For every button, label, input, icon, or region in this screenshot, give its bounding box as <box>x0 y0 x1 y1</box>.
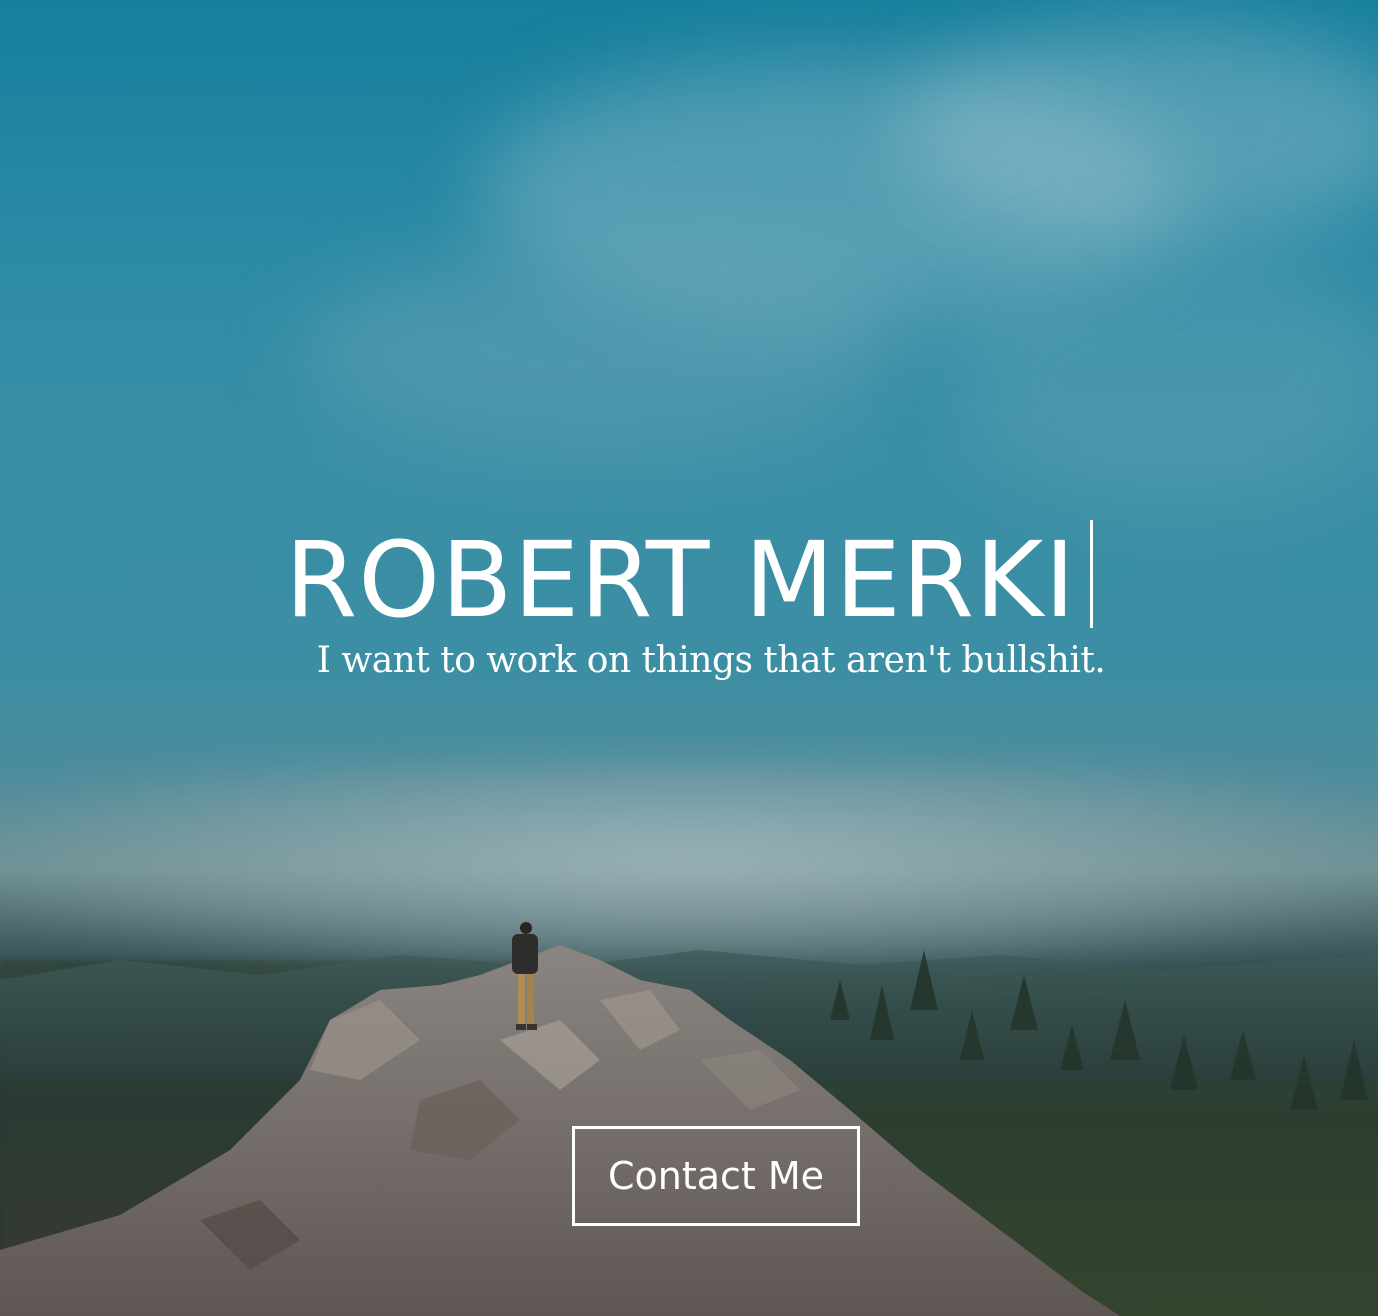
title-text: ROBERT MERKI <box>284 519 1077 641</box>
hiker-figure <box>512 922 538 1030</box>
page-title: ROBERT MERKI <box>0 520 1378 640</box>
contact-me-button[interactable]: Contact Me <box>572 1126 860 1226</box>
tagline: I want to work on things that aren't bul… <box>316 640 1106 681</box>
typing-caret <box>1090 520 1094 628</box>
